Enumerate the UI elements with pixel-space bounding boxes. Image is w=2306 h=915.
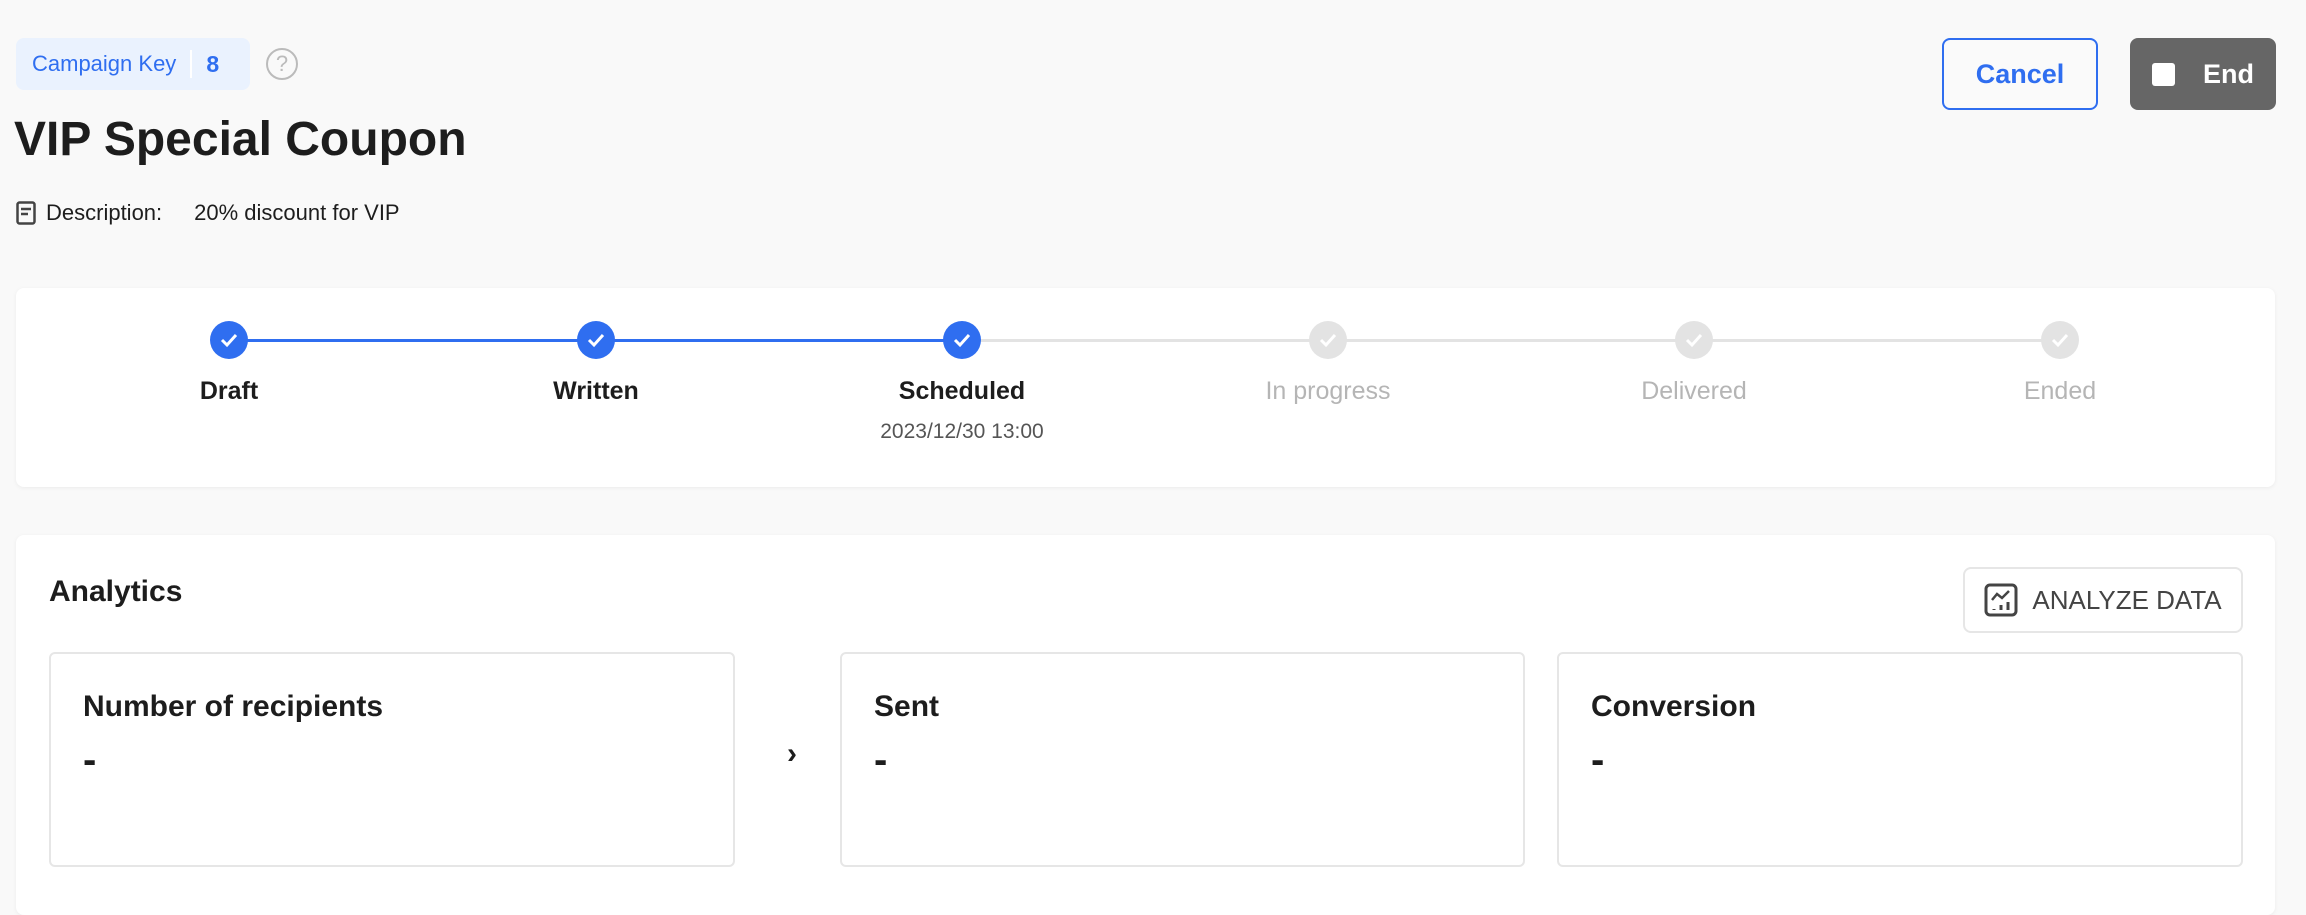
- metric-value: -: [83, 738, 97, 782]
- step-draft: Draft: [79, 321, 379, 406]
- campaign-key-label: Campaign Key: [32, 51, 177, 76]
- check-icon: [1675, 321, 1713, 359]
- step-label: Written: [553, 377, 639, 405]
- chart-icon: [1984, 583, 2018, 617]
- description-row: Description: 20% discount for VIP: [16, 200, 400, 226]
- metric-title: Conversion: [1591, 690, 1757, 723]
- step-label: Scheduled: [898, 377, 1026, 405]
- metric-recipients: Number of recipients -: [49, 652, 735, 867]
- metric-value: -: [874, 738, 888, 782]
- description-value: 20% discount for VIP: [194, 200, 400, 225]
- campaign-key-value: 8: [206, 50, 220, 77]
- step-label: Ended: [2023, 377, 2097, 405]
- note-icon: [16, 201, 36, 225]
- step-written: Written: [446, 321, 746, 406]
- check-icon: [210, 321, 248, 359]
- step-scheduled: Scheduled 2023/12/30 13:00: [812, 321, 1112, 444]
- check-icon: [1309, 321, 1347, 359]
- end-label: End: [2203, 58, 2254, 89]
- check-icon: [577, 321, 615, 359]
- page-title: VIP Special Coupon: [14, 113, 467, 166]
- check-icon: [943, 321, 981, 359]
- cancel-label: Cancel: [1975, 58, 2065, 89]
- divider: [190, 50, 193, 78]
- description-label: Description:: [46, 200, 163, 225]
- analytics-title: Analytics: [49, 575, 183, 608]
- step-delivered: Delivered: [1544, 321, 1844, 406]
- step-ended: Ended: [1910, 321, 2210, 406]
- end-button[interactable]: End: [2130, 38, 2276, 110]
- chevron-right-icon: ›: [787, 737, 797, 770]
- step-label: In progress: [1265, 377, 1391, 405]
- stop-icon: [2152, 62, 2175, 86]
- metric-sent: Sent -: [840, 652, 1525, 867]
- check-icon: [2041, 321, 2079, 359]
- metric-conversion: Conversion -: [1557, 652, 2243, 867]
- campaign-key-badge: Campaign Key 8: [16, 38, 250, 90]
- cancel-button[interactable]: Cancel: [1942, 38, 2098, 110]
- analytics-panel: Analytics ANALYZE DATA Number of recipie…: [16, 535, 2275, 915]
- help-icon[interactable]: ?: [266, 48, 298, 80]
- step-date: 2023/12/30 13:00: [880, 420, 1044, 443]
- progress-stepper: Draft Written Scheduled 2023/12/30 13:00 In …: [16, 288, 2275, 487]
- step-label: Draft: [199, 377, 259, 405]
- step-in-progress: In progress: [1178, 321, 1478, 406]
- step-label: Delivered: [1641, 377, 1747, 405]
- metric-title: Sent: [874, 690, 940, 723]
- metric-value: -: [1591, 738, 1605, 782]
- metric-title: Number of recipients: [83, 690, 384, 723]
- analyze-data-button[interactable]: ANALYZE DATA: [1963, 567, 2243, 633]
- analyze-data-label: ANALYZE DATA: [2032, 584, 2222, 615]
